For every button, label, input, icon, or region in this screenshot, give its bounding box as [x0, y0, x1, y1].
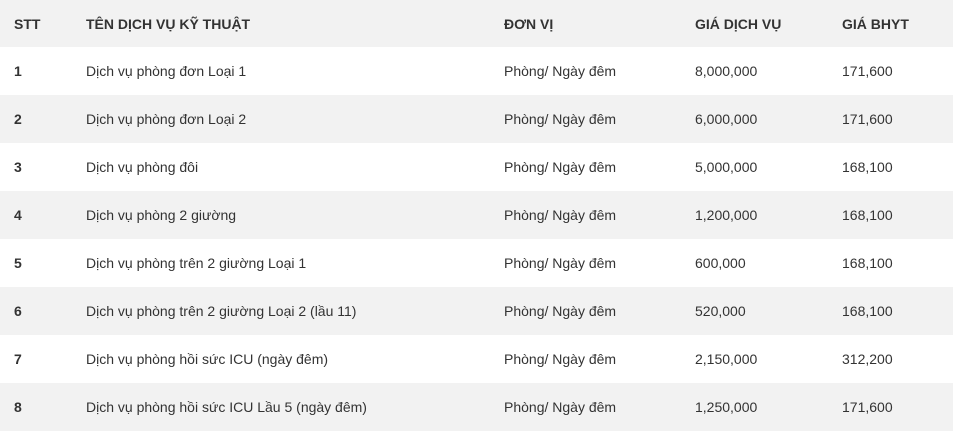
table-row: 4 Dịch vụ phòng 2 giường Phòng/ Ngày đêm… — [0, 191, 953, 239]
table-row: 3 Dịch vụ phòng đôi Phòng/ Ngày đêm 5,00… — [0, 143, 953, 191]
row-unit: Phòng/ Ngày đêm — [504, 255, 617, 271]
row-insurance-price: 312,200 — [842, 351, 893, 367]
row-service-name: Dịch vụ phòng đơn Loại 1 — [86, 63, 247, 79]
row-service-name: Dịch vụ phòng đơn Loại 2 — [86, 111, 247, 127]
table-row: 1 Dịch vụ phòng đơn Loại 1 Phòng/ Ngày đ… — [0, 47, 953, 95]
row-stt: 8 — [14, 399, 22, 415]
header-stt: STT — [14, 15, 41, 32]
row-stt: 7 — [14, 351, 22, 367]
price-table: STT TÊN DỊCH VỤ KỸ THUẬT ĐƠN VỊ GIÁ DỊCH… — [0, 0, 953, 431]
row-unit: Phòng/ Ngày đêm — [504, 351, 617, 367]
row-service-price: 5,000,000 — [695, 159, 758, 175]
row-service-name: Dịch vụ phòng hồi sức ICU (ngày đêm) — [86, 351, 329, 367]
row-insurance-price: 171,600 — [842, 399, 893, 415]
row-stt: 2 — [14, 111, 22, 127]
row-service-name: Dịch vụ phòng trên 2 giường Loại 1 — [86, 255, 307, 271]
header-insurance-price: GIÁ BHYT — [842, 15, 909, 32]
table-header-row: STT TÊN DỊCH VỤ KỸ THUẬT ĐƠN VỊ GIÁ DỊCH… — [0, 0, 953, 47]
header-service-price: GIÁ DỊCH VỤ — [695, 15, 782, 32]
row-unit: Phòng/ Ngày đêm — [504, 207, 617, 223]
table-row: 8 Dịch vụ phòng hồi sức ICU Lầu 5 (ngày … — [0, 383, 953, 431]
row-unit: Phòng/ Ngày đêm — [504, 63, 617, 79]
header-unit: ĐƠN VỊ — [504, 15, 554, 32]
row-service-price: 600,000 — [695, 255, 746, 271]
header-service-name: TÊN DỊCH VỤ KỸ THUẬT — [86, 15, 251, 32]
table-row: 5 Dịch vụ phòng trên 2 giường Loại 1 Phò… — [0, 239, 953, 287]
row-service-price: 1,250,000 — [695, 399, 758, 415]
row-insurance-price: 168,100 — [842, 303, 893, 319]
row-stt: 3 — [14, 159, 22, 175]
row-unit: Phòng/ Ngày đêm — [504, 399, 617, 415]
row-service-name: Dịch vụ phòng hồi sức ICU Lầu 5 (ngày đê… — [86, 399, 367, 415]
row-insurance-price: 168,100 — [842, 207, 893, 223]
row-unit: Phòng/ Ngày đêm — [504, 303, 617, 319]
row-service-price: 6,000,000 — [695, 111, 758, 127]
table-row: 6 Dịch vụ phòng trên 2 giường Loại 2 (lầ… — [0, 287, 953, 335]
row-service-name: Dịch vụ phòng trên 2 giường Loại 2 (lầu … — [86, 303, 357, 319]
row-stt: 1 — [14, 63, 22, 79]
row-service-price: 1,200,000 — [695, 207, 758, 223]
row-unit: Phòng/ Ngày đêm — [504, 111, 617, 127]
table-row: 2 Dịch vụ phòng đơn Loại 2 Phòng/ Ngày đ… — [0, 95, 953, 143]
table-row: 7 Dịch vụ phòng hồi sức ICU (ngày đêm) P… — [0, 335, 953, 383]
row-stt: 5 — [14, 255, 22, 271]
row-insurance-price: 168,100 — [842, 159, 893, 175]
row-insurance-price: 171,600 — [842, 63, 893, 79]
row-stt: 6 — [14, 303, 22, 319]
row-service-price: 520,000 — [695, 303, 746, 319]
row-service-name: Dịch vụ phòng 2 giường — [86, 207, 237, 223]
row-unit: Phòng/ Ngày đêm — [504, 159, 617, 175]
row-service-price: 8,000,000 — [695, 63, 758, 79]
row-service-price: 2,150,000 — [695, 351, 758, 367]
row-service-name: Dịch vụ phòng đôi — [86, 159, 199, 175]
row-stt: 4 — [14, 207, 22, 223]
row-insurance-price: 168,100 — [842, 255, 893, 271]
row-insurance-price: 171,600 — [842, 111, 893, 127]
